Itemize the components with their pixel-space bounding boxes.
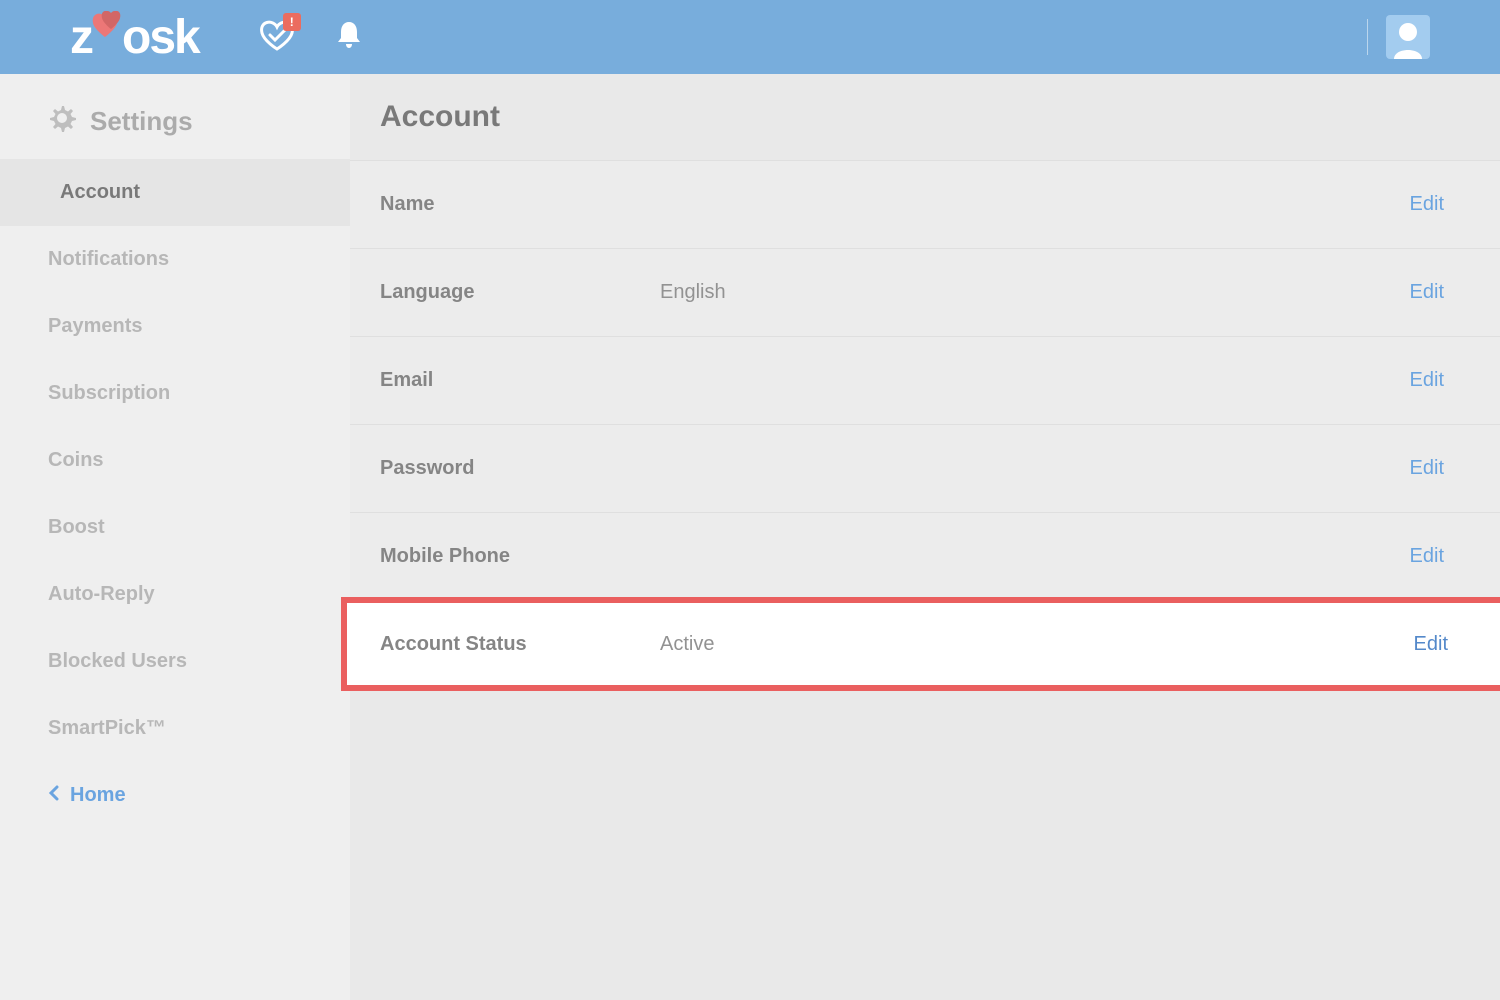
sidebar-item-coins[interactable]: Coins (18, 427, 350, 494)
sidebar-item-subscription[interactable]: Subscription (18, 360, 350, 427)
edit-link[interactable]: Edit (1410, 193, 1470, 216)
sidebar-title-text: Settings (90, 106, 193, 137)
header-right (1367, 15, 1430, 59)
layout: Settings AccountNotificationsPaymentsSub… (0, 74, 1500, 1000)
setting-row-password: Password Edit (350, 424, 1500, 512)
rows-container: NameEditLanguageEnglishEditEmailEditPass… (350, 160, 1500, 688)
row-label: Email (380, 369, 660, 392)
setting-row-name: Name Edit (350, 160, 1500, 248)
setting-row-email: Email Edit (350, 336, 1500, 424)
row-label: Language (380, 281, 660, 304)
sidebar-item-account[interactable]: Account (0, 159, 350, 226)
row-label: Password (380, 457, 660, 480)
sidebar-item-payments[interactable]: Payments (18, 293, 350, 360)
notification-badge: ! (283, 13, 301, 31)
home-link[interactable]: Home (18, 762, 350, 829)
edit-link[interactable]: Edit (1414, 633, 1470, 656)
home-link-label: Home (70, 784, 126, 807)
chevron-left-icon (48, 784, 60, 807)
header-icons: ! (259, 19, 363, 56)
sidebar: Settings AccountNotificationsPaymentsSub… (0, 74, 350, 1000)
sidebar-title: Settings (18, 94, 350, 159)
edit-link[interactable]: Edit (1410, 545, 1470, 568)
setting-row-account-status: Account StatusActiveEdit (344, 600, 1500, 688)
gear-icon (48, 104, 76, 139)
setting-row-language: LanguageEnglishEdit (350, 248, 1500, 336)
sidebar-item-smartpick-[interactable]: SmartPick™ (18, 695, 350, 762)
logo-heart-icon (92, 17, 122, 57)
edit-link[interactable]: Edit (1410, 457, 1470, 480)
row-value: Active (660, 633, 1414, 656)
logo[interactable]: z osk (70, 10, 199, 65)
bell-icon[interactable] (335, 20, 363, 55)
avatar[interactable] (1386, 15, 1430, 59)
sidebar-item-notifications[interactable]: Notifications (18, 226, 350, 293)
sidebar-item-auto-reply[interactable]: Auto-Reply (18, 561, 350, 628)
header: z osk ! (0, 0, 1500, 74)
edit-link[interactable]: Edit (1410, 281, 1470, 304)
logo-text-2: osk (122, 10, 199, 65)
row-label: Account Status (380, 633, 660, 656)
sidebar-item-blocked-users[interactable]: Blocked Users (18, 628, 350, 695)
row-label: Mobile Phone (380, 545, 660, 568)
row-value: English (660, 281, 1410, 304)
page-title: Account (350, 74, 1500, 160)
heart-check-icon[interactable]: ! (259, 19, 295, 56)
header-divider (1367, 19, 1368, 55)
row-label: Name (380, 193, 660, 216)
edit-link[interactable]: Edit (1410, 369, 1470, 392)
setting-row-mobile-phone: Mobile Phone Edit (350, 512, 1500, 600)
main: Account NameEditLanguageEnglishEditEmail… (350, 74, 1500, 1000)
header-left: z osk ! (70, 10, 363, 65)
sidebar-item-boost[interactable]: Boost (18, 494, 350, 561)
